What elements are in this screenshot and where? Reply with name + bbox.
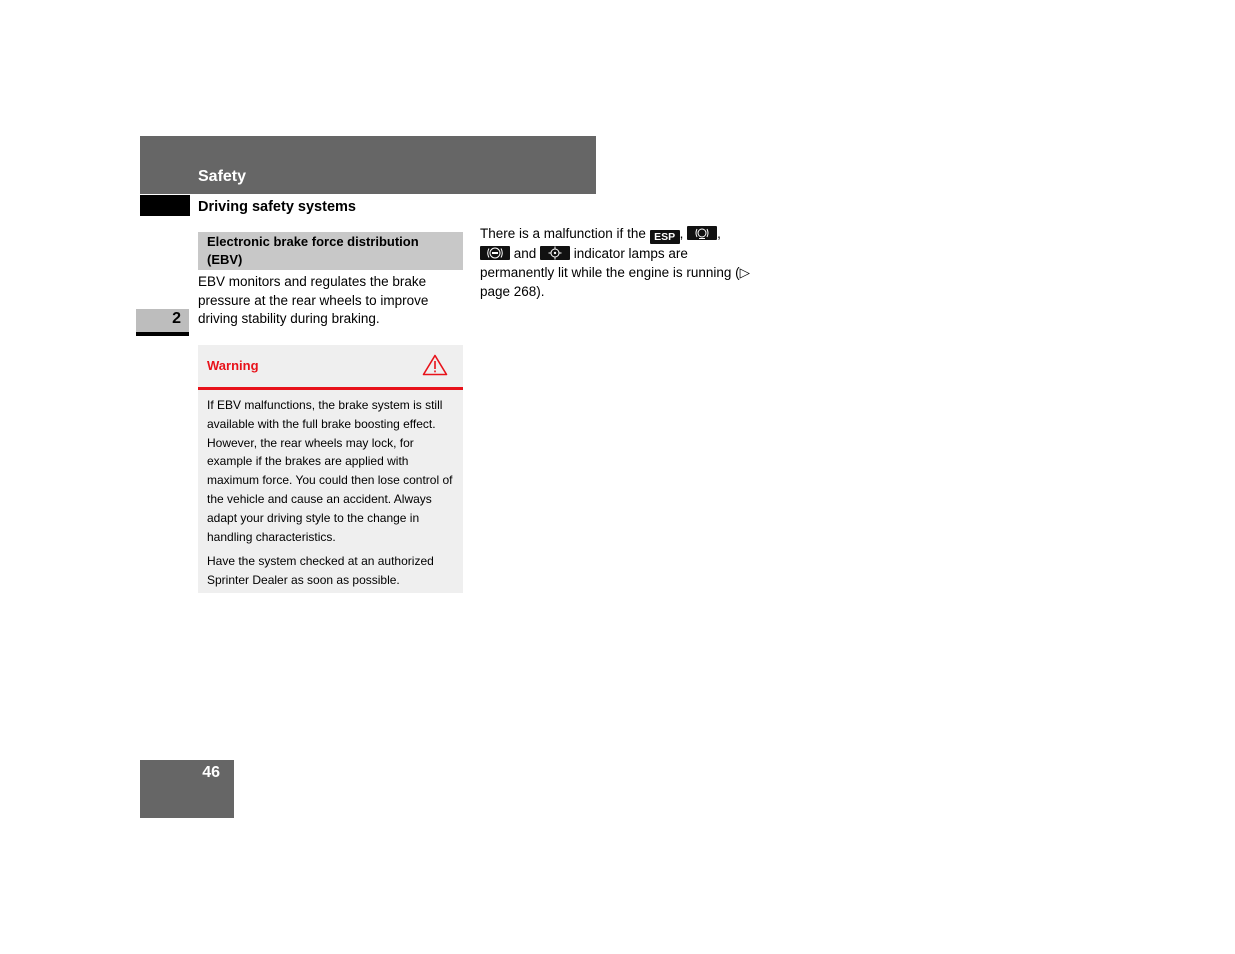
warning-body: If EBV malfunctions, the brake system is… [207,396,459,596]
brake-assist-lamp-icon [540,246,571,260]
brake-pad-lamp-icon [687,226,718,240]
and-text: and [510,246,541,261]
chapter-tab: 2 [136,309,189,336]
page-ref-arrow: ▷ [739,265,751,280]
abs-lamp-icon [480,246,510,260]
page-number: 46 [202,764,220,781]
chapter-number: 2 [172,310,181,327]
warning-label: Warning [207,358,259,373]
section-heading-box: Electronic brake force distribution (EBV… [198,232,463,270]
subsection-title: Driving safety systems [198,199,356,215]
page-number-box: 46 [140,760,234,818]
section-title: Safety [198,168,247,185]
warning-paragraph: Have the system checked at an authorized… [207,554,434,588]
esp-lamp-icon: ESP [649,230,680,244]
section-heading: Electronic brake force distribution (EBV… [207,234,419,267]
separator: , [717,226,721,241]
subheader-marker [140,195,190,216]
warning-paragraph: If EBV malfunctions, the brake system is… [207,398,453,544]
warning-header: Warning [198,345,463,390]
warning-box: Warning If EBV malfunctions, the brake s… [198,345,463,593]
page-reference-link[interactable]: page 268). [480,284,545,299]
malfunction-paragraph: There is a malfunction if the ESP, , and… [480,224,755,301]
separator: , [679,226,688,241]
malfunction-text: There is a malfunction if the [480,226,650,241]
warning-triangle-icon [422,354,448,376]
intro-paragraph: EBV monitors and regulates the brake pre… [198,274,429,327]
